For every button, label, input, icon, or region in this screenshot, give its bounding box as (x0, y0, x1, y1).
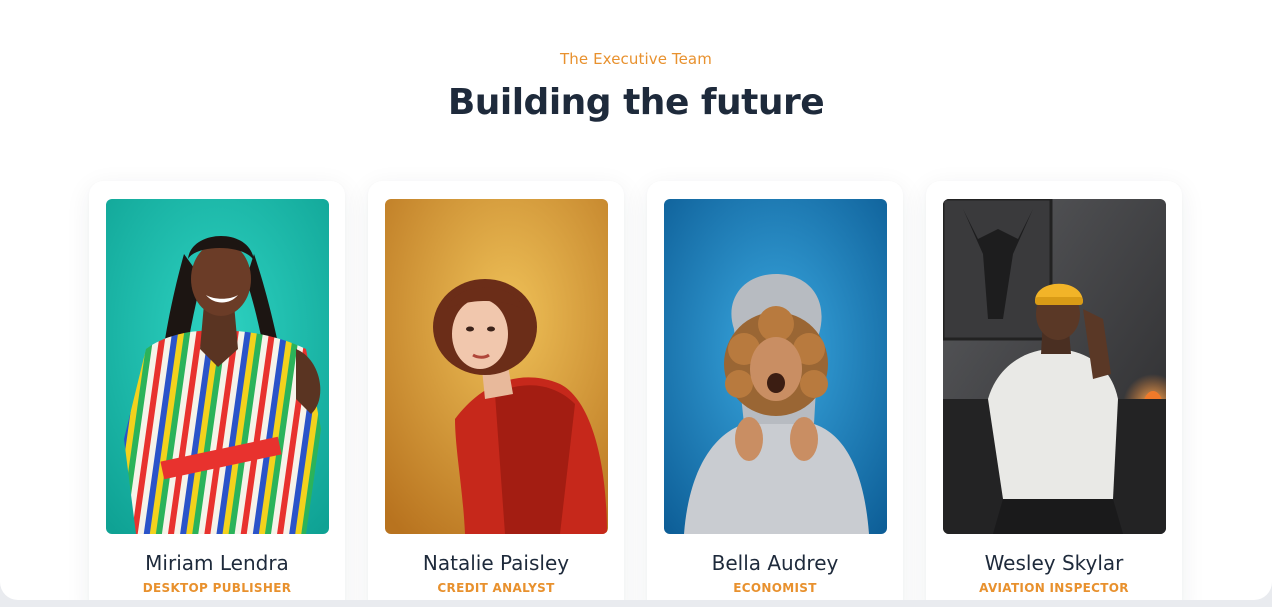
member-name: Miriam Lendra (145, 551, 289, 575)
member-role: CREDIT ANALYST (437, 581, 555, 595)
member-name: Natalie Paisley (422, 551, 570, 575)
team-member-card[interactable]: Bella Audrey ECONOMIST (647, 181, 903, 600)
team-member-card[interactable]: Natalie Paisley CREDIT ANALYST (368, 181, 624, 600)
member-role: AVIATION INSPECTOR (979, 581, 1129, 595)
section-headline: Building the future (447, 82, 825, 123)
team-section: The Executive Team Building the future M… (0, 0, 1272, 600)
member-name: Wesley Skylar (984, 551, 1124, 575)
section-eyebrow: The Executive Team (560, 50, 712, 68)
member-role: DESKTOP PUBLISHER (142, 581, 292, 595)
member-photo (664, 199, 887, 534)
member-photo (106, 199, 329, 534)
member-name: Bella Audrey (711, 551, 839, 575)
member-role: ECONOMIST (733, 581, 817, 595)
member-photo (385, 199, 608, 534)
team-member-card[interactable]: Miriam Lendra DESKTOP PUBLISHER (89, 181, 345, 600)
member-photo (943, 199, 1166, 534)
team-member-card[interactable]: Wesley Skylar AVIATION INSPECTOR (926, 181, 1182, 600)
